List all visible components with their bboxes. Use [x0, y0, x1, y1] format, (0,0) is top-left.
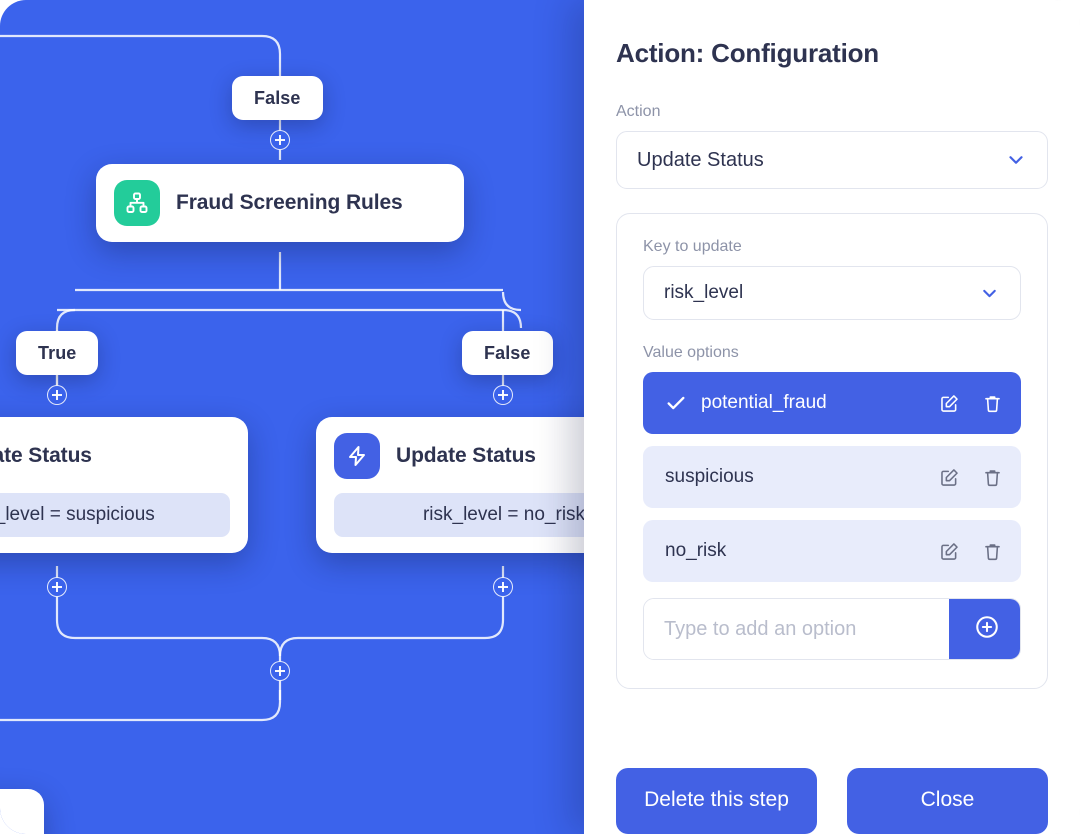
node-title: Update Status: [396, 444, 536, 468]
value-option-label: suspicious: [665, 466, 939, 488]
add-step-button-after-false[interactable]: [493, 577, 513, 597]
panel-footer: Delete this step Close: [616, 768, 1048, 834]
edit-icon[interactable]: [939, 467, 960, 488]
workflow-canvas[interactable]: False Fraud Screening Rules True False: [0, 0, 600, 834]
value-option-label: potential_fraud: [701, 392, 939, 414]
node-fraud-screening-rules[interactable]: Fraud Screening Rules: [96, 164, 464, 242]
branch-label-false-right: False: [462, 331, 553, 375]
branch-label-true: True: [16, 331, 98, 375]
page-title: Action: Configuration: [616, 38, 1048, 69]
node-title: Fraud Screening Rules: [176, 191, 403, 215]
add-option-button[interactable]: [949, 599, 1021, 659]
branch-label-false-top: False: [232, 76, 323, 120]
value-option-actions: [939, 393, 1003, 414]
trash-icon[interactable]: [982, 467, 1003, 488]
key-to-update-value: risk_level: [664, 282, 743, 304]
value-option-actions: [939, 467, 1003, 488]
key-to-update-select[interactable]: risk_level: [643, 266, 1021, 320]
node-title: Update Status: [0, 444, 92, 468]
add-step-button-merge[interactable]: [270, 661, 290, 681]
plus-circle-icon: [974, 614, 1000, 645]
chevron-down-icon: [979, 283, 1000, 304]
edit-icon[interactable]: [939, 393, 960, 414]
node-expression: risk_level = no_risk: [334, 493, 600, 537]
value-option-row[interactable]: suspicious: [643, 446, 1021, 508]
add-step-button-true[interactable]: [47, 385, 67, 405]
close-button[interactable]: Close: [847, 768, 1048, 834]
value-option-row[interactable]: potential_fraud: [643, 372, 1021, 434]
value-options-label: Value options: [643, 344, 1021, 362]
chevron-down-icon: [1005, 149, 1027, 171]
add-option-row[interactable]: [643, 598, 1021, 660]
key-to-update-label: Key to update: [643, 238, 1021, 256]
trash-icon[interactable]: [982, 393, 1003, 414]
trash-icon[interactable]: [982, 541, 1003, 562]
edit-icon[interactable]: [939, 541, 960, 562]
node-partial-bottom-left[interactable]: [0, 789, 44, 834]
action-configuration-panel: Action: Configuration Action Update Stat…: [584, 0, 1080, 834]
node-header: Update Status: [334, 433, 600, 479]
add-option-input[interactable]: [644, 599, 949, 659]
delete-this-step-button[interactable]: Delete this step: [616, 768, 817, 834]
action-config-card: Key to update risk_level Value options p…: [616, 213, 1048, 689]
node-header: Update Status: [0, 433, 230, 479]
app-window: False Fraud Screening Rules True False: [0, 0, 1080, 834]
node-header: Fraud Screening Rules: [114, 180, 446, 226]
value-option-actions: [939, 541, 1003, 562]
node-update-status-true[interactable]: Update Status risk_level = suspicious: [0, 417, 248, 553]
value-option-row[interactable]: no_risk: [643, 520, 1021, 582]
bolt-icon: [334, 433, 380, 479]
action-select[interactable]: Update Status: [616, 131, 1048, 189]
check-icon: [665, 392, 701, 414]
add-step-button-top[interactable]: [270, 130, 290, 150]
action-select-value: Update Status: [637, 149, 764, 172]
add-step-button-false[interactable]: [493, 385, 513, 405]
node-update-status-false[interactable]: Update Status risk_level = no_risk: [316, 417, 600, 553]
value-option-label: no_risk: [665, 540, 939, 562]
org-chart-icon: [114, 180, 160, 226]
add-step-button-after-true[interactable]: [47, 577, 67, 597]
node-expression: risk_level = suspicious: [0, 493, 230, 537]
action-label: Action: [616, 103, 1048, 121]
